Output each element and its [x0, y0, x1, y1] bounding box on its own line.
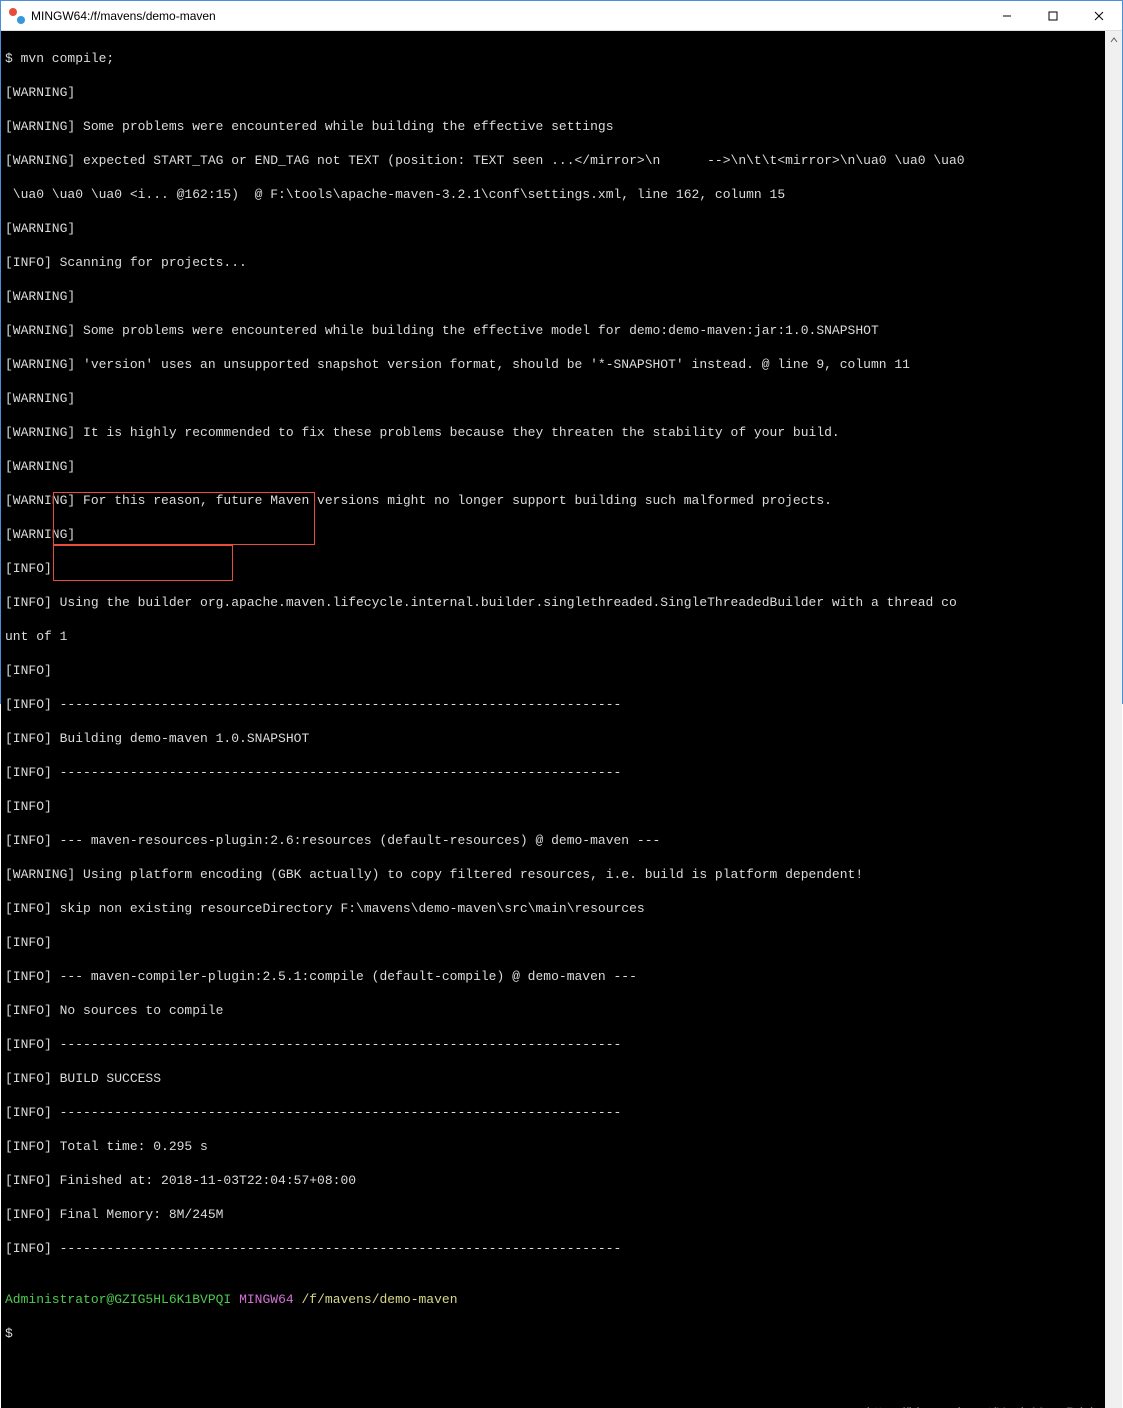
terminal-line: [INFO] ---------------------------------…	[5, 1036, 1101, 1053]
terminal-line: [INFO] No sources to compile	[5, 1002, 1101, 1019]
terminal-line: [INFO] ---------------------------------…	[5, 696, 1101, 713]
terminal-window: MINGW64:/f/mavens/demo-maven $ mvn compi…	[0, 0, 1123, 704]
terminal-line: [WARNING] Some problems were encountered…	[5, 322, 1101, 339]
terminal-line: [INFO] Total time: 0.295 s	[5, 1138, 1101, 1155]
scroll-track[interactable]	[1105, 48, 1122, 1408]
app-icon	[9, 8, 25, 24]
minimize-button[interactable]	[984, 1, 1030, 31]
terminal-wrap: $ mvn compile; [WARNING] [WARNING] Some …	[1, 31, 1122, 1408]
terminal-line: [WARNING]	[5, 458, 1101, 475]
terminal-line: [WARNING] expected START_TAG or END_TAG …	[5, 152, 1101, 169]
terminal-line: [WARNING] 'version' uses an unsupported …	[5, 356, 1101, 373]
scrollbar[interactable]	[1105, 31, 1122, 1408]
prompt-line: Administrator@GZIG5HL6K1BVPQI MINGW64 /f…	[5, 1291, 1101, 1308]
terminal-line: [WARNING]	[5, 288, 1101, 305]
close-button[interactable]	[1076, 1, 1122, 31]
terminal-line: [INFO] ---------------------------------…	[5, 1240, 1101, 1257]
titlebar[interactable]: MINGW64:/f/mavens/demo-maven	[1, 1, 1122, 31]
terminal-line: [INFO]	[5, 798, 1101, 815]
terminal-line: [INFO]	[5, 662, 1101, 679]
terminal-line: [WARNING] For this reason, future Maven …	[5, 492, 1101, 509]
terminal-line: [INFO]	[5, 934, 1101, 951]
close-icon	[1094, 11, 1104, 21]
watermark-text: https://blog.csdn.net/UncleMoveBrick	[867, 1404, 1097, 1408]
terminal-line: [WARNING]	[5, 84, 1101, 101]
terminal-line: [INFO] ---------------------------------…	[5, 1104, 1101, 1121]
terminal-line: [INFO] ---------------------------------…	[5, 764, 1101, 781]
terminal-line: [INFO] --- maven-resources-plugin:2.6:re…	[5, 832, 1101, 849]
terminal[interactable]: $ mvn compile; [WARNING] [WARNING] Some …	[1, 31, 1105, 1408]
prompt-path: /f/mavens/demo-maven	[301, 1292, 457, 1307]
terminal-line: [WARNING] Using platform encoding (GBK a…	[5, 866, 1101, 883]
terminal-line: $ mvn compile;	[5, 50, 1101, 67]
terminal-line: [INFO] Scanning for projects...	[5, 254, 1101, 271]
minimize-icon	[1002, 11, 1012, 21]
terminal-line: [INFO] BUILD SUCCESS	[5, 1070, 1101, 1087]
window-controls	[984, 1, 1122, 31]
prompt-user: Administrator@GZIG5HL6K1BVPQI	[5, 1292, 231, 1307]
terminal-line: [INFO] --- maven-compiler-plugin:2.5.1:c…	[5, 968, 1101, 985]
chevron-up-icon	[1110, 36, 1118, 44]
terminal-line: [WARNING] It is highly recommended to fi…	[5, 424, 1101, 441]
terminal-line: [INFO] Finished at: 2018-11-03T22:04:57+…	[5, 1172, 1101, 1189]
prompt-dollar: $	[5, 1325, 1101, 1342]
terminal-line: \ua0 \ua0 \ua0 <i... @162:15) @ F:\tools…	[5, 186, 1101, 203]
terminal-line: [INFO] Final Memory: 8M/245M	[5, 1206, 1101, 1223]
terminal-line: [INFO] Building demo-maven 1.0.SNAPSHOT	[5, 730, 1101, 747]
terminal-line: unt of 1	[5, 628, 1101, 645]
terminal-line: [INFO]	[5, 560, 1101, 577]
maximize-icon	[1048, 11, 1058, 21]
terminal-line: [INFO] skip non existing resourceDirecto…	[5, 900, 1101, 917]
terminal-line: [WARNING]	[5, 390, 1101, 407]
prompt-env: MINGW64	[239, 1292, 294, 1307]
terminal-line: [WARNING]	[5, 220, 1101, 237]
terminal-line: [WARNING]	[5, 526, 1101, 543]
terminal-line: [INFO] Using the builder org.apache.mave…	[5, 594, 1101, 611]
scroll-up-button[interactable]	[1105, 31, 1122, 48]
terminal-line: [WARNING] Some problems were encountered…	[5, 118, 1101, 135]
window-title: MINGW64:/f/mavens/demo-maven	[31, 9, 216, 23]
maximize-button[interactable]	[1030, 1, 1076, 31]
